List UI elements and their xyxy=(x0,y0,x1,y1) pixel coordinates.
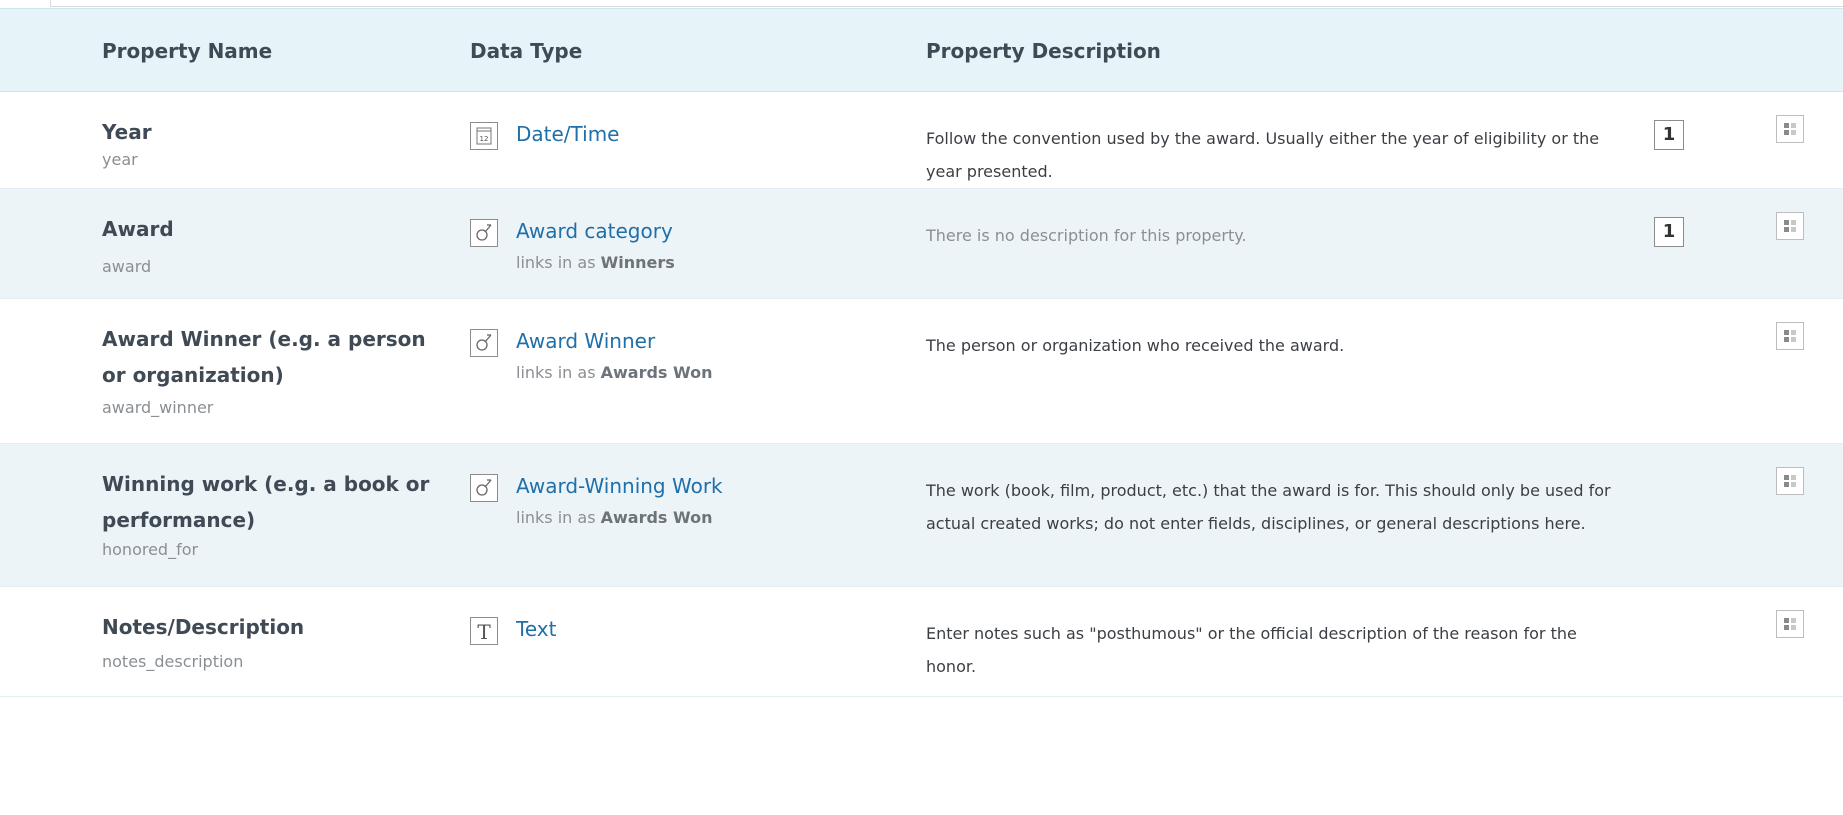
link-icon xyxy=(470,474,498,502)
grid-icon[interactable] xyxy=(1776,610,1804,638)
text-type-icon: T xyxy=(470,617,498,645)
property-key: honored_for xyxy=(102,540,199,559)
data-type-link[interactable]: Date/Time xyxy=(516,122,620,146)
links-in-prefix: links in as xyxy=(516,253,596,272)
count-badge: 1 xyxy=(1654,120,1684,150)
property-description: Enter notes such as "posthumous" or the … xyxy=(926,624,1577,676)
header-data-type: Data Type xyxy=(470,39,583,63)
link-icon xyxy=(470,219,498,247)
property-key: year xyxy=(102,150,138,169)
links-in-label: links in as Awards Won xyxy=(516,363,712,382)
data-type-link[interactable]: Award category xyxy=(516,219,673,243)
table-row: Winning work (e.g. a book or performance… xyxy=(0,444,1843,587)
links-in-label: links in as Winners xyxy=(516,253,675,272)
data-type-link[interactable]: Text xyxy=(516,617,556,641)
grid-icon[interactable] xyxy=(1776,212,1804,240)
table-row: Award Winner (e.g. a person or organizat… xyxy=(0,299,1843,444)
property-name: Year xyxy=(102,120,152,144)
links-in-name: Winners xyxy=(600,253,675,272)
count-badge: 1 xyxy=(1654,217,1684,247)
property-name: Award xyxy=(102,217,174,241)
property-description: There is no description for this propert… xyxy=(926,226,1247,245)
table-row: Year year 12 Date/Time Follow the conven… xyxy=(0,92,1843,189)
grid-icon[interactable] xyxy=(1776,322,1804,350)
text-type-icon-glyph: T xyxy=(477,620,491,644)
property-description: The work (book, film, product, etc.) tha… xyxy=(926,481,1611,533)
top-edge xyxy=(0,0,1843,8)
schema-properties-table: Property Name Data Type Property Descrip… xyxy=(0,0,1843,815)
property-key: notes_description xyxy=(102,652,244,671)
data-type-link[interactable]: Award Winner xyxy=(516,329,655,353)
property-name: Notes/Description xyxy=(102,615,305,639)
grid-icon[interactable] xyxy=(1776,467,1804,495)
links-in-prefix: links in as xyxy=(516,363,596,382)
property-description: The person or organization who received … xyxy=(926,336,1345,355)
property-name: Award Winner (e.g. a person or organizat… xyxy=(102,327,426,387)
data-type-link[interactable]: Award-Winning Work xyxy=(516,474,723,498)
links-in-label: links in as Awards Won xyxy=(516,508,712,527)
table-row: Award award Award category links in as W… xyxy=(0,189,1843,299)
link-icon xyxy=(470,329,498,357)
table-row: Notes/Description notes_description T Te… xyxy=(0,587,1843,697)
links-in-name: Awards Won xyxy=(600,363,713,382)
property-description: Follow the convention used by the award.… xyxy=(926,129,1600,181)
header-property-description: Property Description xyxy=(926,39,1161,63)
calendar-icon: 12 xyxy=(470,122,498,150)
calendar-icon-label: 12 xyxy=(480,135,489,143)
header-property-name: Property Name xyxy=(102,39,273,63)
property-name: Winning work (e.g. a book or performance… xyxy=(102,472,430,532)
table-header: Property Name Data Type Property Descrip… xyxy=(0,8,1843,92)
links-in-prefix: links in as xyxy=(516,508,596,527)
property-key: award_winner xyxy=(102,398,214,417)
grid-icon[interactable] xyxy=(1776,115,1804,143)
property-key: award xyxy=(102,257,152,276)
links-in-name: Awards Won xyxy=(600,508,713,527)
